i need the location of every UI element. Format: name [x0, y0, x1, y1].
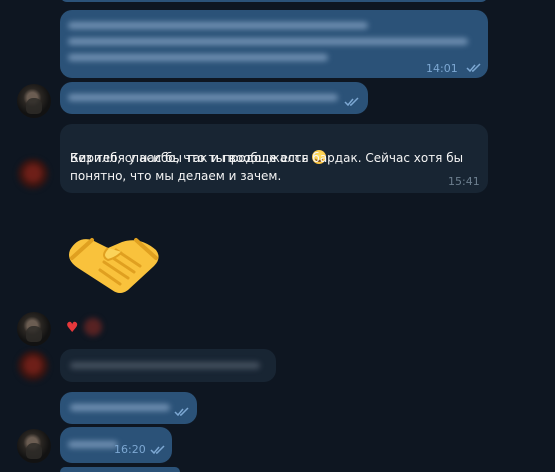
- message-time: 16:20: [114, 443, 146, 456]
- message-bubble[interactable]: [60, 82, 368, 114]
- message-time: 14:01: [426, 62, 458, 75]
- message-bubble[interactable]: 16:20: [60, 427, 172, 463]
- double-check-icon: [174, 407, 189, 417]
- message-time: 15:41: [448, 175, 480, 188]
- double-check-icon: [466, 63, 481, 73]
- blurred-text: [68, 54, 328, 61]
- blurred-text: [68, 38, 468, 45]
- contact-avatar[interactable]: [16, 350, 50, 384]
- message-text: Без тебя у нас бы так и продолжался бард…: [70, 151, 464, 183]
- double-check-icon: [150, 445, 165, 455]
- user-avatar[interactable]: [17, 84, 51, 118]
- blurred-text: [68, 22, 368, 29]
- chat-history: 14:01 Кирилл, спасибо, что ты вообще ест…: [0, 0, 555, 472]
- message-bubble[interactable]: [60, 392, 197, 424]
- blurred-text: [68, 94, 338, 101]
- contact-avatar[interactable]: [16, 158, 50, 192]
- blurred-text: [68, 441, 118, 448]
- message-bubble[interactable]: 14:01: [60, 10, 488, 78]
- user-avatar[interactable]: [17, 429, 51, 463]
- blurred-text: [70, 362, 260, 369]
- reaction-avatar: [84, 318, 102, 336]
- double-check-icon: [344, 97, 359, 107]
- message-bubble-partial[interactable]: [60, 467, 180, 472]
- user-avatar[interactable]: [17, 312, 51, 346]
- handshake-emoji-icon[interactable]: [64, 228, 164, 298]
- message-bubble[interactable]: [60, 349, 276, 382]
- heart-reaction-icon[interactable]: ♥: [66, 321, 79, 335]
- message-bubble[interactable]: Кирилл, спасибо, что ты вообще есть Без …: [60, 124, 488, 193]
- message-bubble-partial[interactable]: [60, 0, 488, 2]
- blurred-text: [70, 404, 170, 411]
